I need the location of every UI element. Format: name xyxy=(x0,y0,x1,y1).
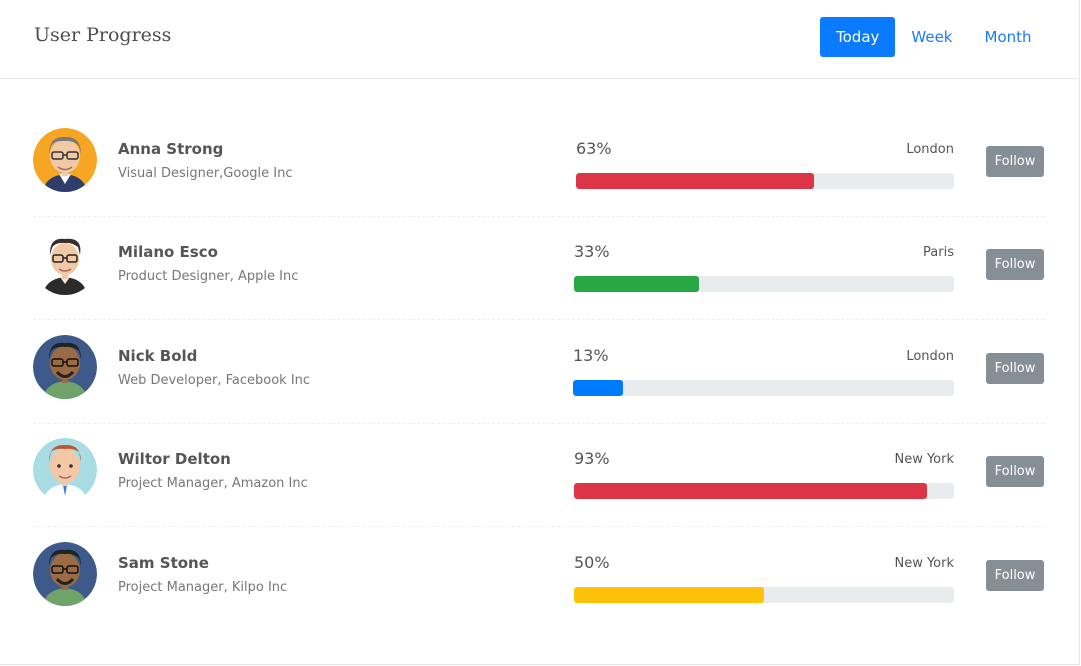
progress-percent: 13% xyxy=(573,346,609,365)
progress-percent: 63% xyxy=(576,139,612,158)
avatar xyxy=(33,335,97,399)
progress-track xyxy=(574,483,954,499)
user-name: Wiltor Delton xyxy=(118,450,231,468)
user-progress-card: User Progress Today Week Month Anna Stro… xyxy=(0,0,1080,665)
user-name: Nick Bold xyxy=(118,347,198,365)
follow-button[interactable]: Follow xyxy=(986,560,1044,591)
period-tabs: Today Week Month xyxy=(820,17,1048,57)
tab-today[interactable]: Today xyxy=(820,17,896,57)
user-row: Anna Strong Visual Designer,Google Inc 6… xyxy=(33,113,1044,217)
user-name: Milano Esco xyxy=(118,243,218,261)
user-city: London xyxy=(906,349,954,364)
user-role: Project Manager, Amazon Inc xyxy=(118,476,308,491)
tab-month[interactable]: Month xyxy=(969,17,1048,57)
user-name: Sam Stone xyxy=(118,554,209,572)
tab-week[interactable]: Week xyxy=(895,17,968,57)
user-city: Paris xyxy=(923,245,954,260)
avatar xyxy=(33,438,97,502)
avatar xyxy=(33,542,97,606)
follow-button[interactable]: Follow xyxy=(986,456,1044,487)
follow-button[interactable]: Follow xyxy=(986,249,1044,280)
user-role: Visual Designer,Google Inc xyxy=(118,166,293,181)
user-role: Web Developer, Facebook Inc xyxy=(118,373,311,388)
user-city: New York xyxy=(894,452,954,467)
user-role: Project Manager, Kilpo Inc xyxy=(118,580,288,595)
user-name: Anna Strong xyxy=(118,140,224,158)
user-role: Product Designer, Apple Inc xyxy=(118,269,299,284)
user-row: Milano Esco Product Designer, Apple Inc … xyxy=(33,216,1044,320)
avatar xyxy=(33,128,97,192)
progress-fill xyxy=(576,173,815,189)
user-row: Nick Bold Web Developer, Facebook Inc 13… xyxy=(33,320,1044,424)
progress-track xyxy=(574,587,954,603)
user-city: London xyxy=(906,142,954,157)
progress-track xyxy=(573,380,954,396)
progress-percent: 93% xyxy=(574,449,610,468)
progress-track xyxy=(574,276,954,292)
card-header: User Progress Today Week Month xyxy=(0,0,1079,79)
progress-percent: 33% xyxy=(574,242,610,261)
user-city: New York xyxy=(894,556,954,571)
user-row: Sam Stone Project Manager, Kilpo Inc 50%… xyxy=(33,527,1044,630)
card-title: User Progress xyxy=(34,24,172,46)
avatar xyxy=(33,231,97,295)
progress-fill xyxy=(573,380,623,396)
progress-fill xyxy=(574,276,700,292)
progress-fill xyxy=(574,483,928,499)
progress-track xyxy=(576,173,954,189)
follow-button[interactable]: Follow xyxy=(986,146,1044,177)
follow-button[interactable]: Follow xyxy=(986,353,1044,384)
progress-fill xyxy=(574,587,764,603)
progress-percent: 50% xyxy=(574,553,610,572)
user-row: Wiltor Delton Project Manager, Amazon In… xyxy=(33,423,1044,527)
